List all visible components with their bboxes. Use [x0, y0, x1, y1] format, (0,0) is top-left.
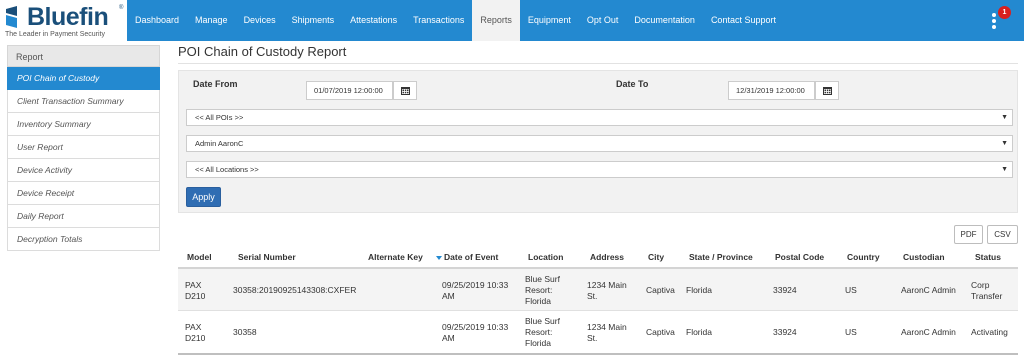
- poi-select[interactable]: << All POIs >> ▼: [186, 109, 1013, 126]
- cell-state: Florida: [686, 327, 712, 337]
- vertical-dots-icon[interactable]: [992, 13, 998, 29]
- table-row[interactable]: PAX D210 30358:20190925143308:CXFER 09/25…: [178, 269, 1018, 311]
- cell-date: 09/25/2019 10:33 AM: [442, 322, 509, 343]
- sidebar-item-client-transaction-summary[interactable]: Client Transaction Summary: [7, 90, 160, 113]
- caret-down-icon: ▼: [1001, 114, 1008, 121]
- nav-dashboard[interactable]: Dashboard: [127, 0, 187, 41]
- brand-registered-mark: ®: [119, 5, 124, 11]
- nav-opt-out[interactable]: Opt Out: [579, 0, 627, 41]
- report-sidebar: Report POI Chain of Custody Client Trans…: [7, 45, 160, 251]
- brand-tagline: The Leader in Payment Security: [5, 31, 105, 38]
- nav-equipment[interactable]: Equipment: [520, 0, 579, 41]
- nav-manage[interactable]: Manage: [187, 0, 236, 41]
- sidebar-item-decryption-totals[interactable]: Decryption Totals: [7, 228, 160, 251]
- cell-location: Blue Surf Resort: Florida: [525, 274, 560, 306]
- nav-transactions[interactable]: Transactions: [405, 0, 472, 41]
- date-to-input[interactable]: 12/31/2019 12:00:00: [728, 81, 815, 100]
- cell-country: US: [845, 327, 857, 337]
- sidebar-item-poi-chain-of-custody[interactable]: POI Chain of Custody: [7, 67, 160, 90]
- brand-name: Bluefin: [27, 3, 109, 31]
- apply-button[interactable]: Apply: [186, 187, 221, 207]
- table-header: Model Serial Number Alternate Key Date o…: [178, 245, 1018, 269]
- main-nav: Dashboard Manage Devices Shipments Attes…: [127, 0, 1024, 41]
- cell-date: 09/25/2019 10:33 AM: [442, 280, 509, 301]
- cell-status: Activating: [971, 327, 1008, 337]
- top-header: Bluefin ® The Leader in Payment Security…: [0, 0, 1024, 41]
- cell-address: 1234 Main St.: [587, 322, 627, 343]
- cell-city: Captiva: [646, 327, 675, 337]
- nav-documentation[interactable]: Documentation: [626, 0, 703, 41]
- date-to-calendar-button[interactable]: [815, 81, 839, 100]
- cell-custodian: AaronC Admin: [901, 327, 956, 337]
- cell-status: Corp Transfer: [971, 280, 1003, 301]
- col-custodian[interactable]: Custodian: [903, 252, 945, 262]
- col-date-of-event[interactable]: Date of Event: [444, 252, 498, 262]
- pdf-export-button[interactable]: PDF: [954, 225, 983, 244]
- calendar-icon: [401, 87, 410, 95]
- cell-postal-code: 33924: [773, 285, 797, 295]
- cell-serial: 30358: [233, 327, 257, 337]
- caret-down-icon: ▼: [1001, 166, 1008, 173]
- sidebar-heading: Report: [7, 45, 160, 67]
- date-to-label: Date To: [616, 79, 649, 89]
- col-city[interactable]: City: [648, 252, 664, 262]
- col-status[interactable]: Status: [975, 252, 1001, 262]
- cell-postal-code: 33924: [773, 327, 797, 337]
- col-serial-number[interactable]: Serial Number: [238, 252, 296, 262]
- nav-devices[interactable]: Devices: [236, 0, 284, 41]
- sidebar-item-inventory-summary[interactable]: Inventory Summary: [7, 113, 160, 136]
- cell-model: PAX D210: [185, 322, 206, 343]
- sidebar-item-device-receipt[interactable]: Device Receipt: [7, 182, 160, 205]
- sidebar-item-user-report[interactable]: User Report: [7, 136, 160, 159]
- cell-model: PAX D210: [185, 280, 206, 301]
- table-row[interactable]: PAX D210 30358 09/25/2019 10:33 AM Blue Su…: [178, 311, 1018, 355]
- date-from-label: Date From: [193, 79, 238, 89]
- nav-shipments[interactable]: Shipments: [284, 0, 343, 41]
- location-select-value: << All Locations >>: [195, 165, 259, 174]
- page-title: POI Chain of Custody Report: [178, 44, 347, 59]
- cell-custodian: AaronC Admin: [901, 285, 956, 295]
- sort-desc-icon[interactable]: [436, 256, 442, 260]
- bluefin-logo-icon: [6, 6, 17, 28]
- user-select-value: Admin AaronC: [195, 139, 244, 148]
- custody-table: Model Serial Number Alternate Key Date o…: [178, 245, 1018, 355]
- location-select[interactable]: << All Locations >> ▼: [186, 161, 1013, 178]
- cell-state: Florida: [686, 285, 712, 295]
- cell-address: 1234 Main St.: [587, 280, 627, 301]
- date-from-input[interactable]: 01/07/2019 12:00:00: [306, 81, 393, 100]
- calendar-icon: [823, 87, 832, 95]
- nav-reports[interactable]: Reports: [472, 0, 520, 41]
- cell-serial: 30358:20190925143308:CXFER: [233, 285, 357, 295]
- col-postal-code[interactable]: Postal Code: [775, 252, 824, 262]
- col-address[interactable]: Address: [590, 252, 624, 262]
- nav-attestations[interactable]: Attestations: [342, 0, 405, 41]
- col-location[interactable]: Location: [528, 252, 563, 262]
- cell-city: Captiva: [646, 285, 675, 295]
- csv-export-button[interactable]: CSV: [987, 225, 1018, 244]
- col-model[interactable]: Model: [187, 252, 212, 262]
- user-select[interactable]: Admin AaronC ▼: [186, 135, 1013, 152]
- notification-badge[interactable]: 1: [998, 6, 1011, 19]
- sidebar-item-daily-report[interactable]: Daily Report: [7, 205, 160, 228]
- sidebar-item-device-activity[interactable]: Device Activity: [7, 159, 160, 182]
- poi-select-value: << All POIs >>: [195, 113, 244, 122]
- cell-country: US: [845, 285, 857, 295]
- col-country[interactable]: Country: [847, 252, 880, 262]
- title-divider: [178, 63, 1018, 64]
- caret-down-icon: ▼: [1001, 140, 1008, 147]
- nav-contact-support[interactable]: Contact Support: [703, 0, 784, 41]
- filter-panel: Date From 01/07/2019 12:00:00 Date To 12…: [178, 70, 1018, 213]
- date-from-calendar-button[interactable]: [393, 81, 417, 100]
- col-alternate-key[interactable]: Alternate Key: [368, 252, 423, 262]
- col-state-province[interactable]: State / Province: [689, 252, 753, 262]
- cell-location: Blue Surf Resort: Florida: [525, 316, 560, 348]
- brand-logo[interactable]: Bluefin ® The Leader in Payment Security: [4, 3, 126, 39]
